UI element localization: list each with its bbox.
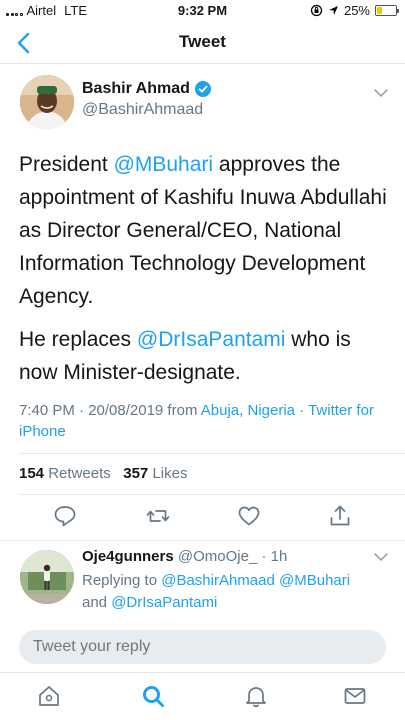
mention-link[interactable]: @DrIsaPantami: [137, 328, 286, 351]
chevron-down-icon[interactable]: [373, 552, 389, 562]
section-divider: [0, 540, 405, 541]
meta-separator: ·: [295, 402, 309, 419]
reply-avatar-image: [20, 550, 74, 604]
tweet-text-segment: President: [19, 153, 114, 176]
tweet-meta: 7:40 PM · 20/08/2019 from Abuja, Nigeria…: [19, 400, 391, 442]
home-icon[interactable]: [36, 683, 62, 709]
battery-percent: 25%: [343, 3, 370, 18]
status-right: 25%: [310, 3, 399, 18]
replying-to: Replying to @BashirAhmaad @MBuhari and @…: [82, 570, 382, 614]
reply-icon[interactable]: [52, 503, 78, 529]
divider: [19, 494, 405, 495]
replying-to-label: Replying to: [82, 572, 162, 589]
reply-avatar[interactable]: [20, 550, 74, 604]
reply-time: · 1h: [257, 548, 288, 565]
author-handle[interactable]: @BashirAhmaad: [82, 101, 203, 119]
avatar-image: [20, 75, 74, 129]
likes-stat[interactable]: 357 Likes: [123, 465, 187, 482]
reply-input[interactable]: [19, 630, 386, 664]
mention-link[interactable]: @MBuhari: [114, 153, 214, 176]
divider: [19, 453, 405, 454]
chevron-down-icon[interactable]: [373, 88, 389, 98]
search-icon[interactable]: [140, 683, 166, 709]
battery-fill: [377, 7, 382, 14]
notifications-icon[interactable]: [243, 683, 269, 709]
nav-bar: Tweet: [0, 22, 405, 64]
tweet-stats: 154 Retweets 357 Likes: [19, 465, 187, 482]
tweet-timestamp: 7:40 PM · 20/08/2019 from: [19, 402, 201, 419]
reply-header: Oje4gunners @OmoOje_ · 1h: [82, 548, 287, 565]
battery-icon: [375, 5, 399, 16]
rotation-lock-icon: [310, 4, 323, 17]
author-avatar[interactable]: [20, 75, 74, 129]
and-label: and: [82, 594, 112, 611]
like-icon[interactable]: [236, 503, 262, 529]
share-icon[interactable]: [327, 503, 353, 529]
retweets-stat[interactable]: 154 Retweets: [19, 465, 111, 482]
tweet-paragraph-1: President @MBuhari approves the appointm…: [19, 148, 389, 313]
page-title: Tweet: [179, 32, 226, 51]
tweet-paragraph-2: He replaces @DrIsaPantami who is now Min…: [19, 323, 389, 389]
reply-author-name[interactable]: Oje4gunners: [82, 548, 174, 565]
tab-bar: [0, 672, 405, 720]
reply-author-handle[interactable]: @OmoOje_: [178, 548, 257, 565]
retweets-label: Retweets: [48, 465, 111, 482]
tweet-text-segment: approves the appointment of Kashifu Inuw…: [19, 153, 387, 308]
tweet-action-bar: [0, 503, 405, 531]
likes-label: Likes: [152, 465, 188, 482]
likes-count: 357: [123, 465, 149, 482]
retweet-icon[interactable]: [145, 503, 171, 529]
author-name[interactable]: Bashir Ahmad: [82, 80, 211, 98]
status-bar: Airtel LTE 9:32 PM 25%: [0, 0, 405, 22]
verified-badge-icon: [194, 81, 211, 97]
mention-link[interactable]: @MBuhari: [279, 572, 350, 589]
messages-icon[interactable]: [342, 683, 368, 709]
retweets-count: 154: [19, 465, 45, 482]
location-arrow-icon: [328, 6, 338, 15]
location-link[interactable]: Abuja, Nigeria: [201, 402, 295, 419]
mention-link[interactable]: @DrIsaPantami: [111, 594, 217, 611]
author-name-text: Bashir Ahmad: [82, 80, 190, 97]
tweet-text: President @MBuhari approves the appointm…: [19, 148, 389, 389]
mention-link[interactable]: @BashirAhmaad: [161, 572, 275, 589]
tweet-text-segment: He replaces: [19, 328, 137, 351]
